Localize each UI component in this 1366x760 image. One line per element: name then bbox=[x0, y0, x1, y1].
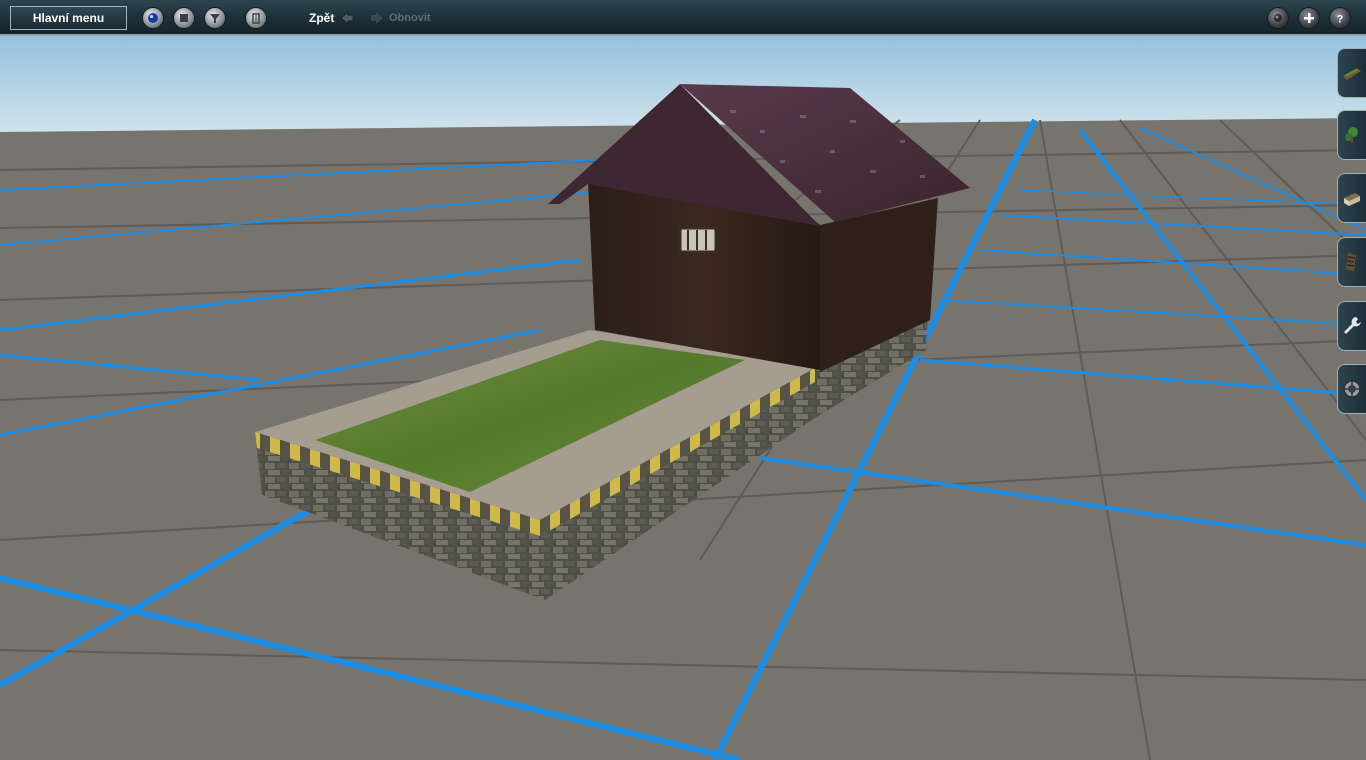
scenery-icon bbox=[1345, 127, 1358, 143]
settings-wheel-icon bbox=[1343, 380, 1361, 398]
side-tab-buildings[interactable] bbox=[1337, 173, 1366, 223]
side-tab-settings[interactable] bbox=[1337, 364, 1366, 414]
side-tab-track[interactable] bbox=[1337, 48, 1366, 98]
side-tab-rails[interactable] bbox=[1337, 237, 1366, 287]
stop-icon[interactable] bbox=[173, 7, 195, 29]
mode-icon[interactable] bbox=[1267, 7, 1289, 29]
undo-label[interactable]: Zpět bbox=[309, 11, 334, 25]
top-toolbar: Hlavní menu Zpět Obnovit ? bbox=[0, 0, 1366, 36]
svg-text:?: ? bbox=[1337, 14, 1344, 26]
wrench-icon bbox=[1344, 317, 1361, 334]
track-icon bbox=[1343, 68, 1361, 80]
trash-icon[interactable] bbox=[245, 7, 267, 29]
plus-icon[interactable] bbox=[1298, 7, 1320, 29]
building-icon bbox=[1344, 193, 1360, 206]
side-tab-scenery[interactable] bbox=[1337, 110, 1366, 160]
filter-icon[interactable] bbox=[204, 7, 226, 29]
help-icon[interactable]: ? bbox=[1329, 7, 1351, 29]
main-menu-button[interactable]: Hlavní menu bbox=[10, 6, 127, 30]
rail-segment-icon bbox=[1346, 253, 1356, 271]
redo-arrow-icon[interactable] bbox=[369, 11, 385, 25]
redo-label[interactable]: Obnovit bbox=[389, 12, 431, 24]
side-tab-tools[interactable] bbox=[1337, 301, 1366, 351]
globe-icon[interactable] bbox=[142, 7, 164, 29]
undo-arrow-icon[interactable] bbox=[339, 10, 355, 26]
scene-viewport[interactable] bbox=[0, 0, 1366, 760]
